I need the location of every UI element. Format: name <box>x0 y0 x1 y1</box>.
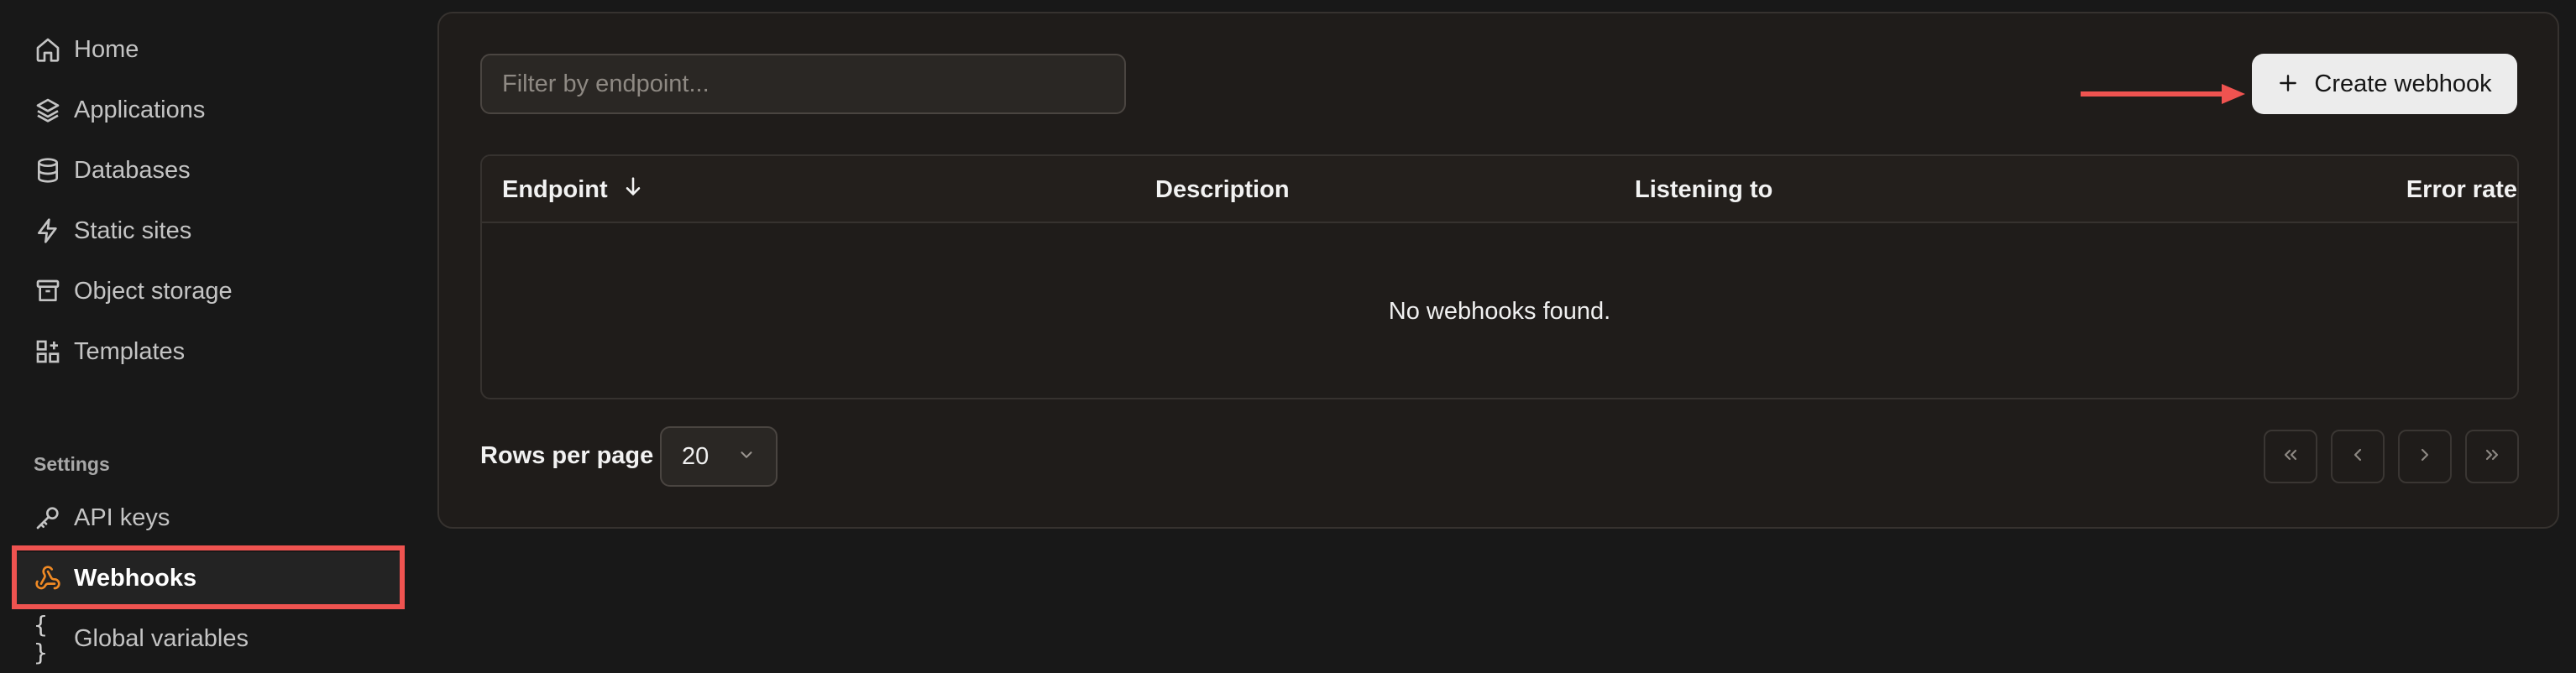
chevron-left-icon <box>2348 445 2368 469</box>
sidebar-item-label: Static sites <box>74 217 192 244</box>
sidebar-item-label: Templates <box>74 337 186 365</box>
column-header-label: Endpoint <box>502 175 608 203</box>
sidebar-item-label: Global variables <box>74 624 249 652</box>
chevron-right-icon <box>2415 445 2435 469</box>
sidebar-item-templates[interactable]: Templates <box>15 326 401 378</box>
last-page-button[interactable] <box>2465 430 2519 483</box>
rows-per-page-select[interactable]: 20 <box>660 426 778 487</box>
sidebar-item-label: Applications <box>74 96 206 123</box>
database-icon <box>34 156 62 185</box>
rows-per-page-value: 20 <box>682 442 709 470</box>
sidebar-item-label: Home <box>74 35 139 63</box>
layers-icon <box>34 96 62 124</box>
sidebar-item-static-sites[interactable]: Static sites <box>15 205 401 257</box>
column-header-description: Description <box>1155 175 1290 203</box>
archive-icon <box>34 277 62 305</box>
first-page-button[interactable] <box>2264 430 2317 483</box>
sidebar-item-applications[interactable]: Applications <box>15 84 401 136</box>
sidebar-item-webhooks[interactable]: Webhooks <box>15 552 401 604</box>
sidebar-item-label: Databases <box>74 156 191 184</box>
sidebar-item-label: Object storage <box>74 277 233 305</box>
previous-page-button[interactable] <box>2331 430 2385 483</box>
create-webhook-label: Create webhook <box>2314 70 2492 97</box>
webhook-icon <box>34 564 62 592</box>
grid-plus-icon <box>34 337 62 366</box>
rows-per-page-label: Rows per page <box>480 442 654 469</box>
sidebar-item-api-keys[interactable]: API keys <box>15 492 401 544</box>
column-header-error-rate: Error rate <box>2406 175 2517 203</box>
empty-state-text: No webhooks found. <box>1388 297 1611 325</box>
sidebar-item-global-variables[interactable]: { } Global variables <box>15 611 401 666</box>
filter-endpoint-input[interactable] <box>480 54 1126 114</box>
settings-section-label: Settings <box>34 453 110 475</box>
key-icon <box>34 503 62 532</box>
sidebar-item-label: API keys <box>74 503 170 531</box>
chevrons-right-icon <box>2482 445 2502 469</box>
app-root: Home Applications Databases Static sites… <box>0 0 2576 673</box>
plus-icon <box>2277 69 2299 99</box>
column-header-endpoint[interactable]: Endpoint <box>502 156 645 223</box>
sidebar-item-object-storage[interactable]: Object storage <box>15 265 401 317</box>
sidebar-item-home[interactable]: Home <box>15 23 401 76</box>
home-icon <box>34 35 62 64</box>
column-header-listening-to: Listening to <box>1635 175 1773 203</box>
table-header-row: Endpoint Description Listening to Error … <box>482 156 2517 223</box>
sidebar: Home Applications Databases Static sites… <box>0 0 420 673</box>
sidebar-item-databases[interactable]: Databases <box>15 144 401 196</box>
create-webhook-button[interactable]: Create webhook <box>2252 54 2517 114</box>
arrow-annotation-icon <box>2081 84 2245 104</box>
webhooks-table: Endpoint Description Listening to Error … <box>480 154 2519 399</box>
sidebar-item-label: Webhooks <box>74 564 197 592</box>
lightning-icon <box>34 217 62 245</box>
braces-icon: { } <box>34 611 48 666</box>
next-page-button[interactable] <box>2398 430 2452 483</box>
chevron-down-icon <box>737 443 756 471</box>
sort-arrow-down-icon <box>621 175 645 205</box>
webhooks-panel: Create webhook Endpoint Description List… <box>437 12 2559 529</box>
chevrons-left-icon <box>2280 445 2301 469</box>
